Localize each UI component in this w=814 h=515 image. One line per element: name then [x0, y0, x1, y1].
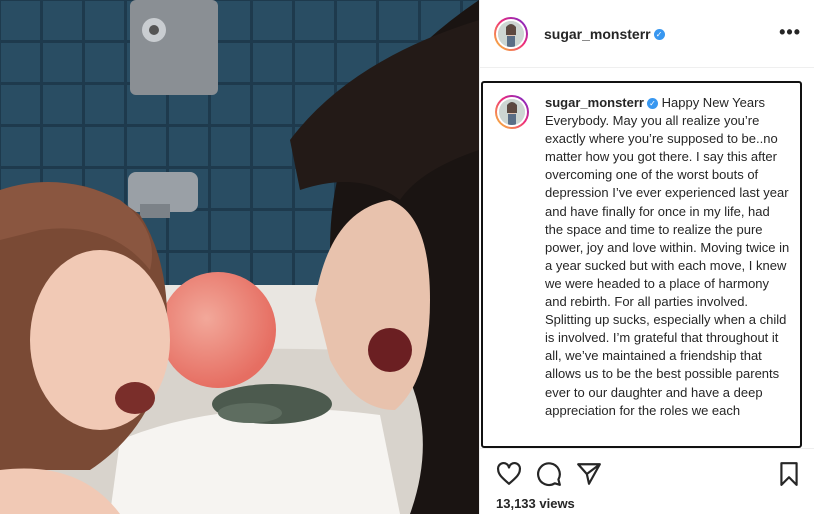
caption: sugar_monsterr ✓ Happy New Years Everybod… — [545, 94, 790, 420]
avatar-border — [497, 97, 527, 127]
action-bar: 13,133 views — [480, 448, 814, 515]
more-options-icon[interactable]: ••• — [779, 23, 801, 41]
verified-badge-icon: ✓ — [653, 29, 665, 41]
caption-avatar[interactable] — [495, 95, 529, 129]
avatar-border — [496, 19, 526, 49]
post-media[interactable] — [0, 0, 479, 514]
avatar[interactable] — [494, 17, 528, 51]
username[interactable]: sugar_monsterr — [544, 26, 651, 42]
caption-text: Happy New Years Everybody. May you all r… — [545, 95, 790, 418]
heart-icon[interactable] — [496, 461, 522, 487]
view-count[interactable]: 13,133 views — [496, 496, 575, 511]
avatar-image — [498, 21, 524, 47]
share-icon[interactable] — [576, 461, 602, 487]
verified-badge-icon: ✓ — [646, 98, 658, 110]
video-frame-image — [0, 0, 479, 514]
header-user: sugar_monsterr ✓ — [544, 26, 665, 44]
bookmark-icon[interactable] — [776, 461, 802, 487]
comment-icon[interactable] — [536, 461, 562, 487]
caption-container: sugar_monsterr ✓ Happy New Years Everybod… — [481, 81, 802, 448]
post-header: sugar_monsterr ✓ ••• — [480, 0, 814, 68]
avatar-image — [499, 99, 525, 125]
post-sidebar: sugar_monsterr ✓ ••• sugar_monsterr ✓ Happ… — [479, 0, 814, 514]
caption-username[interactable]: sugar_monsterr — [545, 95, 644, 110]
